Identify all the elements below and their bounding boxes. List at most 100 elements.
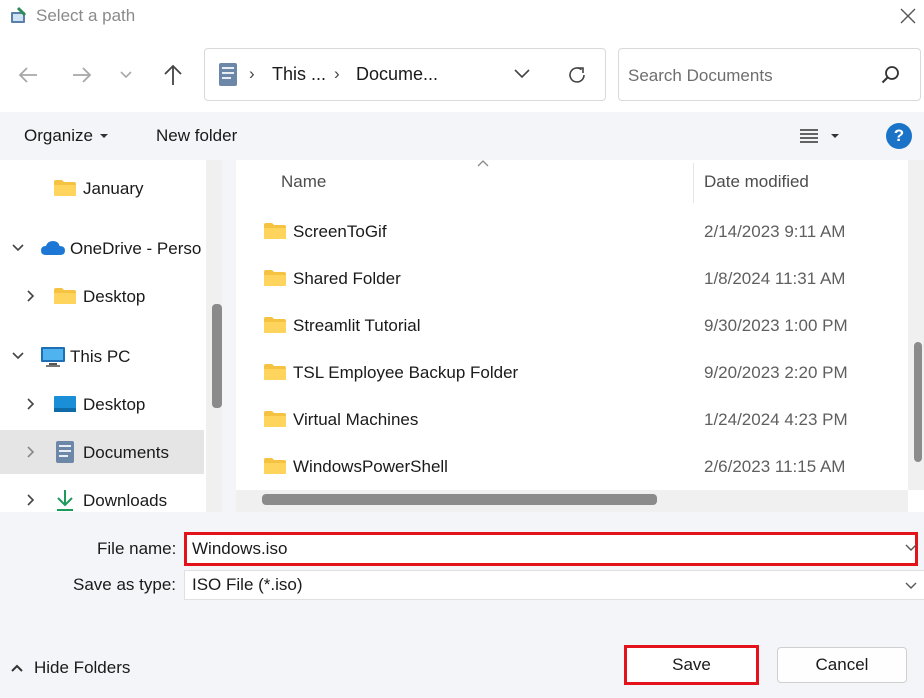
download-icon	[55, 488, 79, 511]
sidebar-item-label: Desktop	[83, 395, 146, 414]
arrow-left-icon	[18, 67, 37, 83]
chevron-right-icon[interactable]	[23, 396, 39, 412]
folder-icon	[53, 286, 77, 306]
refresh-button[interactable]	[562, 60, 592, 90]
recent-locations-button[interactable]	[112, 57, 140, 93]
breadcrumb-this-pc[interactable]: This ...	[272, 64, 326, 85]
back-button[interactable]	[10, 57, 46, 93]
table-row[interactable]: ScreenToGif 2/14/2023 9:11 AM	[236, 210, 908, 257]
refresh-icon	[569, 67, 585, 83]
file-date: 9/30/2023 1:00 PM	[704, 316, 848, 335]
chevron-down-icon	[514, 69, 530, 79]
table-row[interactable]: Shared Folder 1/8/2024 11:31 AM	[236, 257, 908, 304]
cancel-button[interactable]: Cancel	[777, 647, 907, 683]
organize-label: Organize	[24, 126, 93, 145]
documents-icon	[55, 440, 79, 463]
folder-icon	[263, 456, 287, 476]
sidebar-item-documents[interactable]: Documents	[0, 430, 204, 474]
chevron-down-icon	[905, 582, 917, 589]
caret-down-icon	[831, 134, 839, 138]
sidebar-item-label: Downloads	[83, 491, 168, 510]
computer-icon	[40, 346, 65, 367]
sidebar-item-onedrive[interactable]: OneDrive - Perso	[0, 226, 204, 270]
table-row[interactable]: Streamlit Tutorial 9/30/2023 1:00 PM	[236, 304, 908, 351]
arrow-up-icon	[164, 64, 182, 85]
sidebar-item-onedrive-desktop[interactable]: Desktop	[0, 274, 204, 318]
file-date: 1/8/2024 11:31 AM	[704, 269, 846, 288]
folder-icon	[263, 315, 287, 335]
file-name: WindowsPowerShell	[293, 457, 448, 476]
column-header-name[interactable]: Name	[281, 172, 326, 192]
sidebar-item-label: Desktop	[83, 287, 146, 306]
chevron-right-icon[interactable]	[23, 444, 39, 460]
arrow-right-icon	[73, 67, 92, 83]
sidebar-item-january[interactable]: January	[0, 166, 204, 210]
file-date: 2/14/2023 9:11 AM	[704, 222, 846, 241]
file-name: Virtual Machines	[293, 410, 419, 429]
view-options-button[interactable]	[798, 124, 848, 148]
save-button[interactable]: Save	[624, 645, 759, 685]
sidebar-item-label: January	[83, 179, 144, 198]
breadcrumb-separator[interactable]: ›	[334, 64, 340, 84]
table-row[interactable]: WindowsPowerShell 2/6/2023 11:15 AM	[236, 445, 908, 490]
breadcrumb-documents[interactable]: Docume...	[356, 64, 438, 85]
chevron-down-icon[interactable]	[10, 240, 26, 256]
navigation-scrollbar-thumb[interactable]	[212, 304, 222, 408]
sidebar-item-this-pc[interactable]: This PC	[0, 334, 204, 378]
new-folder-button[interactable]: New folder	[156, 126, 237, 146]
chevron-down-icon	[120, 71, 132, 79]
chevron-down-icon[interactable]	[10, 348, 26, 364]
sidebar-item-downloads[interactable]: Downloads	[0, 478, 204, 512]
sidebar-item-label: Documents	[83, 443, 169, 462]
sidebar-item-desktop[interactable]: Desktop	[0, 382, 204, 426]
folder-icon	[263, 362, 287, 382]
column-separator[interactable]	[693, 163, 694, 203]
navigation-pane: January OneDrive - Perso Desktop This PC	[0, 160, 222, 512]
command-bar	[0, 112, 924, 160]
column-header-date-modified[interactable]: Date modified	[704, 172, 809, 192]
save-as-type-value[interactable]: ISO File (*.iso)	[192, 575, 303, 595]
search-icon[interactable]	[880, 64, 902, 86]
table-row[interactable]: TSL Employee Backup Folder 9/20/2023 2:2…	[236, 351, 908, 398]
sort-ascending-icon	[476, 156, 490, 167]
hide-folders-label: Hide Folders	[34, 658, 131, 677]
organize-button[interactable]: Organize	[24, 126, 109, 146]
sidebar-item-label: This PC	[70, 347, 131, 366]
file-name: ScreenToGif	[293, 222, 387, 241]
app-icon	[9, 6, 29, 26]
folder-icon	[53, 178, 77, 198]
folder-icon	[263, 409, 287, 429]
search-input[interactable]	[628, 64, 868, 88]
up-button[interactable]	[155, 57, 191, 93]
close-button[interactable]	[896, 4, 920, 28]
file-name: Streamlit Tutorial	[293, 316, 421, 335]
file-date: 2/6/2023 11:15 AM	[704, 457, 846, 476]
file-date: 9/20/2023 2:20 PM	[704, 363, 848, 382]
folder-icon	[263, 221, 287, 241]
file-list-vertical-scrollbar-thumb[interactable]	[914, 342, 922, 462]
file-date: 1/24/2024 4:23 PM	[704, 410, 848, 429]
save-as-type-dropdown-button[interactable]	[904, 578, 918, 592]
save-as-type-label: Save as type:	[73, 575, 177, 594]
chevron-down-icon	[905, 544, 917, 551]
file-list-horizontal-scrollbar-thumb[interactable]	[262, 494, 657, 505]
file-name-input[interactable]	[192, 537, 892, 561]
help-button[interactable]: ?	[886, 123, 912, 149]
file-name-dropdown-button[interactable]	[904, 540, 918, 554]
forward-button[interactable]	[64, 57, 100, 93]
table-row[interactable]: Virtual Machines 1/24/2024 4:23 PM	[236, 398, 908, 445]
list-view-icon	[800, 129, 818, 143]
desktop-icon	[53, 394, 77, 414]
cloud-icon	[40, 239, 65, 259]
file-name: TSL Employee Backup Folder	[293, 363, 519, 382]
chevron-right-icon[interactable]	[23, 288, 39, 304]
file-name: Shared Folder	[293, 269, 401, 288]
chevron-up-icon	[11, 664, 23, 672]
hide-folders-button[interactable]: Hide Folders	[10, 658, 130, 678]
address-dropdown-button[interactable]	[508, 60, 536, 88]
chevron-right-icon[interactable]	[23, 492, 39, 508]
window-title: Select a path	[36, 6, 136, 25]
file-name-label: File name:	[97, 539, 177, 558]
breadcrumb-separator[interactable]: ›	[249, 64, 255, 84]
pane-divider[interactable]	[222, 160, 236, 512]
